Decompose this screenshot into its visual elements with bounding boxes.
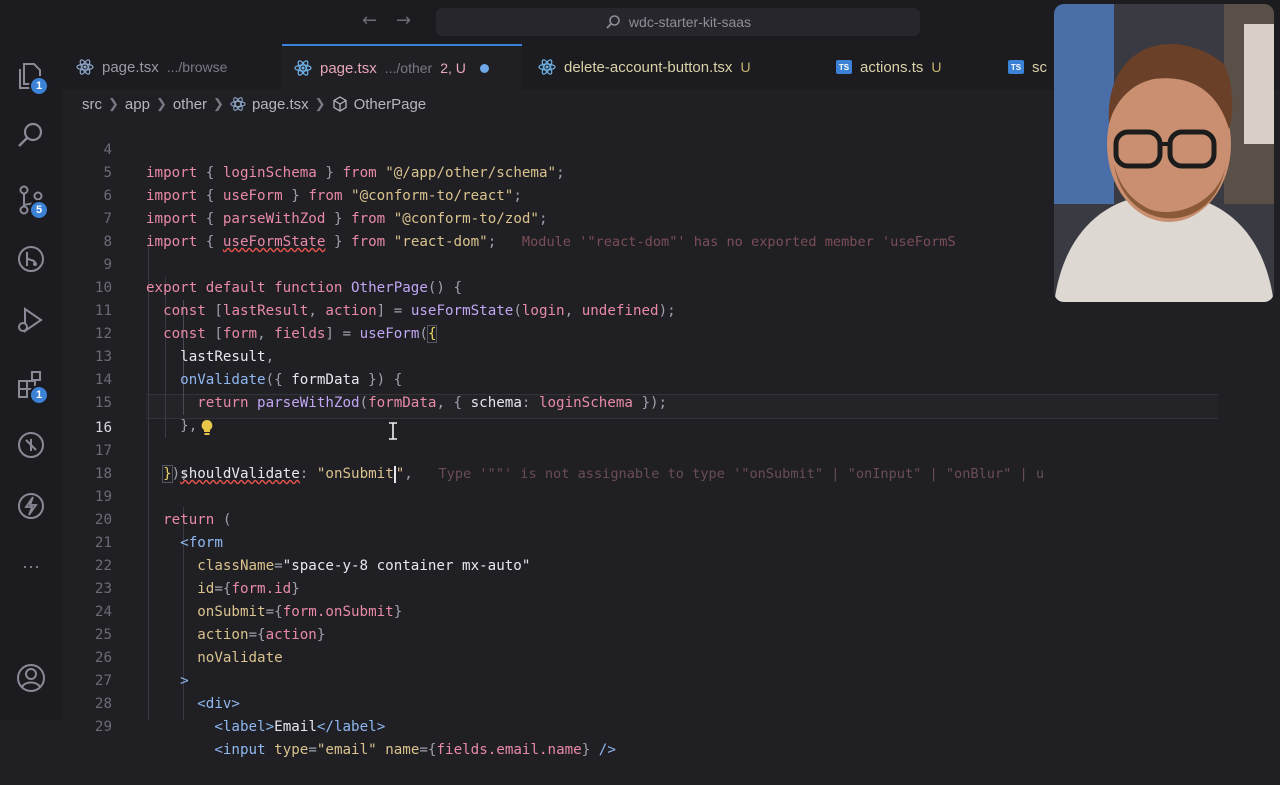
- breadcrumb-item[interactable]: OtherPage: [354, 96, 427, 113]
- typescript-icon: TS: [836, 60, 852, 74]
- tab-path: .../browse: [166, 59, 228, 75]
- code-line: 14 return parseWithZod(formData, { schem…: [62, 346, 1280, 411]
- tab-label: actions.ts: [860, 58, 924, 76]
- breadcrumb-item[interactable]: app: [125, 96, 150, 113]
- explorer-files-icon[interactable]: 1: [15, 60, 49, 96]
- code-line-current: 16 shouldValidate: "onSubmit ", Type '""'…: [62, 394, 1280, 483]
- activity-bar: 1 5 1 ···: [0, 44, 62, 720]
- tab-label: sc: [1032, 58, 1047, 76]
- code-line: 22 id={form.id}: [62, 532, 1280, 597]
- back-arrow-icon[interactable]: ←: [362, 10, 377, 31]
- presenter-photo: [1054, 4, 1274, 302]
- forward-arrow-icon[interactable]: →: [396, 10, 411, 31]
- tab-status: U: [740, 59, 751, 75]
- code-line: 28 <label>Email</label>: [62, 670, 1280, 735]
- search-icon: [606, 15, 620, 29]
- code-line: 17 });: [62, 417, 1280, 483]
- extensions-badge: 1: [29, 385, 49, 405]
- code-line: 15 },: [62, 369, 1280, 434]
- typescript-icon: TS: [1008, 60, 1024, 74]
- chevron-right-icon: ❯: [314, 96, 326, 111]
- code-line: 26 >: [62, 624, 1280, 689]
- breadcrumb: src ❯ app ❯ other ❯ page.tsx ❯ OtherPage: [82, 93, 426, 115]
- code-line: 18: [62, 440, 1280, 482]
- breadcrumb-item[interactable]: page.tsx: [252, 96, 309, 113]
- code-line: 23 onSubmit={form.onSubmit}: [62, 555, 1280, 620]
- react-icon: [76, 59, 94, 75]
- code-line: 25 noValidate: [62, 601, 1280, 666]
- code-line: 27 <div>: [62, 647, 1280, 712]
- function-cube-icon: [332, 96, 347, 112]
- code-line: 12 lastResult,: [62, 300, 1280, 365]
- code-line: 21 className="space-y-8 container mx-aut…: [62, 509, 1280, 574]
- tab-status: 2, U: [440, 60, 466, 76]
- unsaved-dot-icon[interactable]: [479, 63, 489, 73]
- code-line: 20 <form: [62, 486, 1280, 551]
- timeline-icon[interactable]: [15, 243, 47, 275]
- react-icon: [538, 59, 556, 75]
- code-line: 19 return (: [62, 463, 1280, 528]
- lightning-icon[interactable]: [15, 490, 47, 522]
- account-icon[interactable]: [15, 662, 47, 694]
- tab-label: page.tsx: [320, 59, 377, 77]
- command-center-search[interactable]: wdc-starter-kit-saas: [436, 8, 920, 36]
- remote-explorer-icon[interactable]: [15, 429, 47, 461]
- tab-page-other[interactable]: page.tsx .../other 2, U: [282, 44, 522, 90]
- chevron-right-icon: ❯: [155, 96, 167, 111]
- line-number: 29: [94, 719, 112, 735]
- tab-page-browse[interactable]: page.tsx .../browse: [76, 44, 280, 90]
- chevron-right-icon: ❯: [108, 96, 119, 111]
- code-line: 29 <input type="email" name={fields.emai…: [62, 693, 1280, 758]
- tab-status: U: [931, 59, 942, 75]
- tab-actions[interactable]: TS actions.ts U: [836, 44, 1006, 90]
- explorer-badge: 1: [29, 76, 49, 96]
- code-line: 13 onValidate({ formData }) {: [62, 323, 1280, 388]
- mouse-ibeam-cursor-icon: [388, 422, 398, 440]
- tab-path: .../other: [384, 60, 433, 76]
- react-icon: [294, 60, 312, 76]
- tab-label: delete-account-button.tsx: [564, 58, 733, 76]
- tab-delete-account-button[interactable]: delete-account-button.tsx U: [538, 44, 808, 90]
- react-icon: [230, 97, 246, 111]
- code-text: <input type="email" name={fields.email.n…: [214, 742, 616, 758]
- source-control-badge: 5: [29, 200, 49, 220]
- tab-label: page.tsx: [102, 58, 159, 76]
- breadcrumb-item[interactable]: other: [173, 96, 207, 113]
- chevron-right-icon: ❯: [213, 96, 224, 111]
- search-icon[interactable]: [15, 119, 47, 151]
- webcam-overlay: [1054, 4, 1274, 302]
- source-control-icon[interactable]: 5: [15, 184, 49, 220]
- extensions-icon[interactable]: 1: [15, 369, 49, 405]
- code-line: 24 action={action}: [62, 578, 1280, 643]
- run-and-debug-icon[interactable]: [15, 304, 47, 336]
- breadcrumb-item[interactable]: src: [82, 96, 102, 113]
- code-text: <label>Email</label>: [214, 719, 386, 735]
- search-text: wdc-starter-kit-saas: [628, 14, 752, 30]
- more-icon[interactable]: ···: [15, 556, 47, 588]
